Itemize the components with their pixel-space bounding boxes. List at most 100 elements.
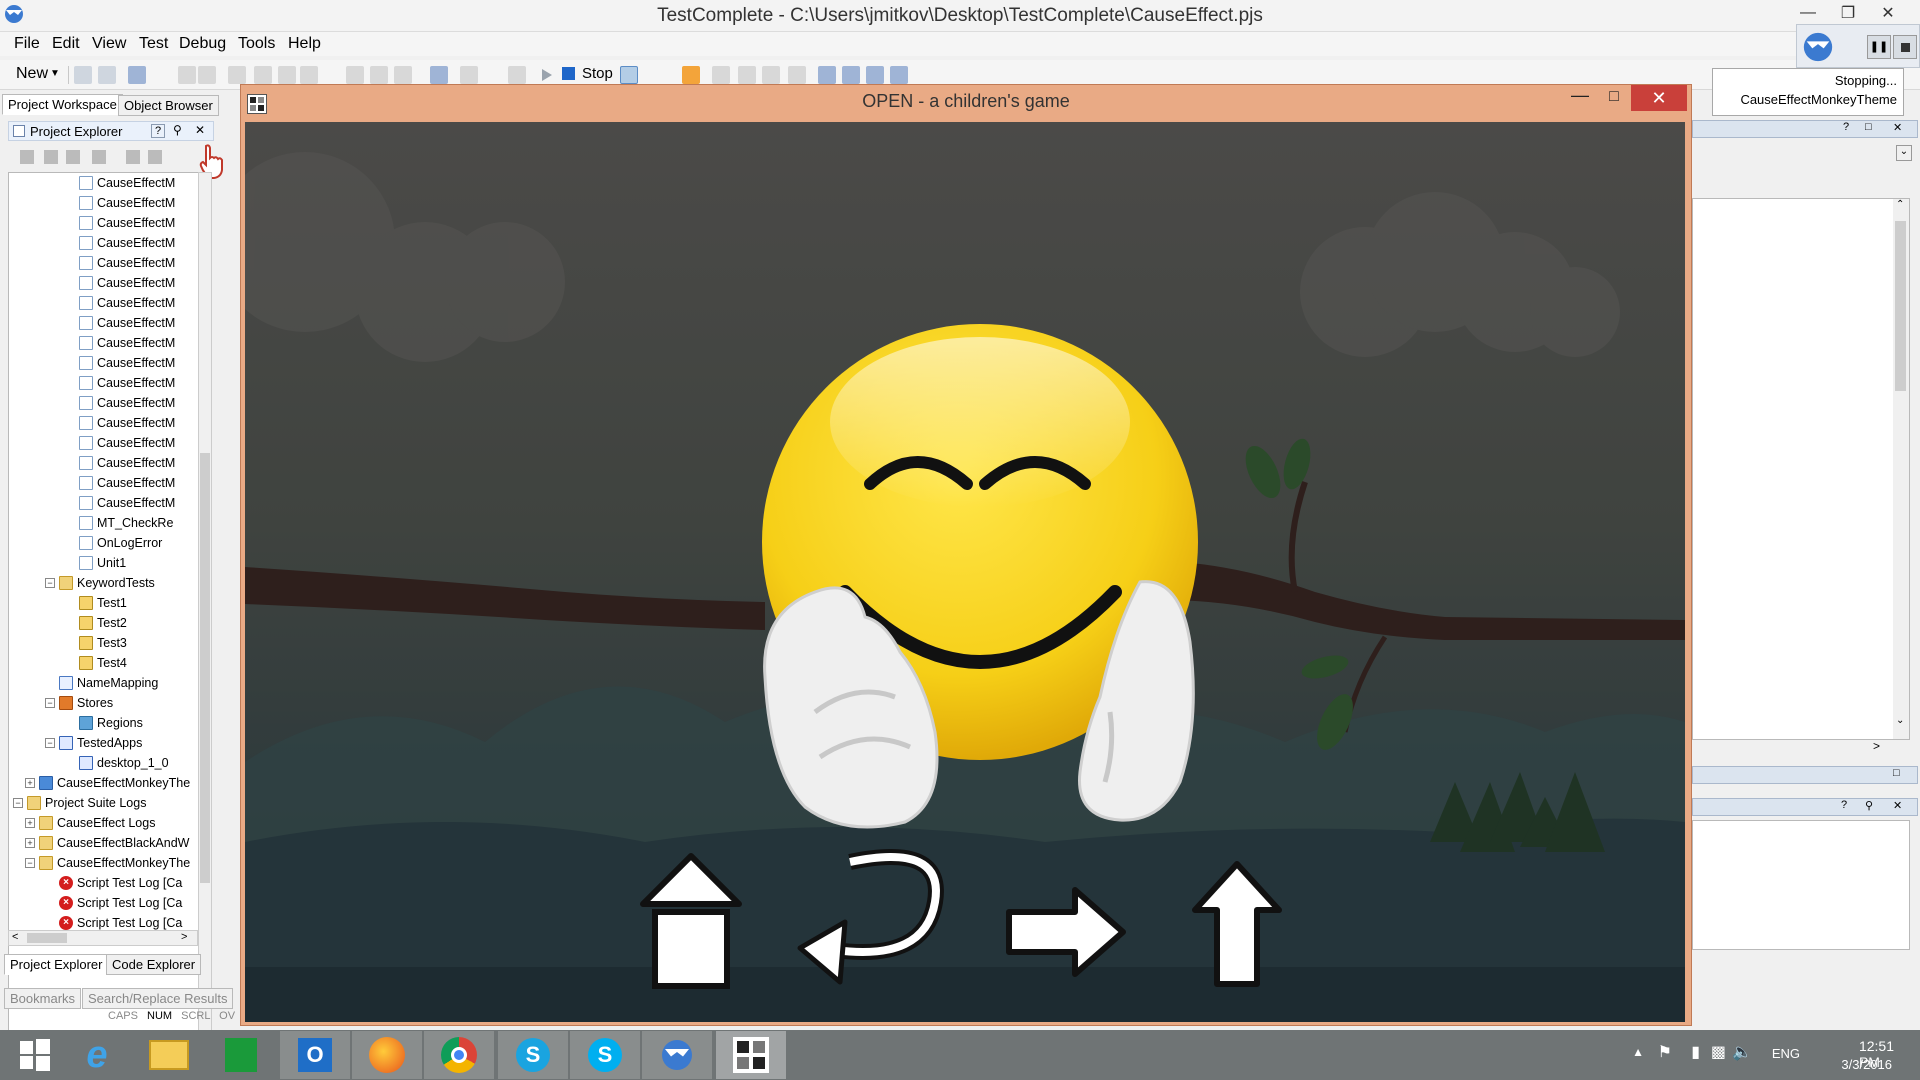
scroll-right-icon[interactable]: > bbox=[1873, 739, 1880, 753]
tree-item[interactable]: CauseEffectM bbox=[79, 333, 175, 353]
undo-icon[interactable] bbox=[178, 66, 196, 84]
collapse-icon[interactable]: − bbox=[45, 578, 55, 588]
scroll-right-icon[interactable]: > bbox=[181, 931, 187, 943]
chevron-down-icon[interactable]: ▼ bbox=[50, 68, 60, 79]
tree-item[interactable]: CauseEffectM bbox=[79, 473, 175, 493]
tree-item[interactable]: CauseEffectM bbox=[79, 413, 175, 433]
expand-icon[interactable]: + bbox=[25, 818, 35, 828]
tree-scrollbar[interactable] bbox=[198, 172, 212, 1040]
maximize-button[interactable]: ❐ bbox=[1828, 0, 1868, 26]
menu-help[interactable]: Help bbox=[288, 35, 321, 53]
window-4-icon[interactable] bbox=[890, 66, 908, 84]
insert-icon[interactable] bbox=[394, 66, 412, 84]
open-icon[interactable] bbox=[66, 150, 80, 164]
close-icon[interactable]: ✕ bbox=[1893, 121, 1902, 134]
close-button[interactable]: ✕ bbox=[1868, 0, 1908, 26]
tree-horizontal-scrollbar[interactable]: < > bbox=[8, 930, 198, 946]
tree-item[interactable]: NameMapping bbox=[59, 673, 158, 693]
flag-icon[interactable]: ⚑ bbox=[1658, 1042, 1672, 1062]
tree-item[interactable]: Test3 bbox=[79, 633, 127, 653]
tree-item[interactable]: Unit1 bbox=[79, 553, 126, 573]
tab-object-browser[interactable]: Object Browser bbox=[118, 95, 219, 116]
taskbar-outlook[interactable]: O bbox=[280, 1031, 350, 1079]
tree-item[interactable]: − Stores bbox=[45, 693, 113, 713]
runner-icon[interactable] bbox=[620, 66, 638, 84]
tree-item[interactable]: − TestedApps bbox=[45, 733, 142, 753]
tree-item[interactable]: Test4 bbox=[79, 653, 127, 673]
breakpoint-icon[interactable] bbox=[788, 66, 806, 84]
new-button[interactable]: New bbox=[16, 65, 48, 83]
chevron-down-icon[interactable]: ⌄ bbox=[1896, 145, 1912, 161]
help-icon[interactable]: ? bbox=[1843, 121, 1849, 133]
tree-item[interactable]: + CauseEffectBlackAndW bbox=[25, 833, 189, 853]
tree-item[interactable]: CauseEffectM bbox=[79, 173, 175, 193]
tree-item[interactable]: − KeywordTests bbox=[45, 573, 155, 593]
expand-icon[interactable]: + bbox=[25, 838, 35, 848]
tree-item[interactable]: + CauseEffect Logs bbox=[25, 813, 155, 833]
scrollbar-thumb[interactable] bbox=[27, 933, 67, 943]
add-icon[interactable] bbox=[20, 150, 34, 164]
tree-item[interactable]: CauseEffectM bbox=[79, 313, 175, 333]
tab-project-explorer[interactable]: Project Explorer bbox=[4, 954, 109, 975]
tree-item[interactable]: CauseEffectM bbox=[79, 193, 175, 213]
remove-icon[interactable] bbox=[44, 150, 58, 164]
start-button[interactable] bbox=[0, 1031, 70, 1079]
taskbar-internet-explorer[interactable]: e bbox=[62, 1031, 132, 1079]
taskbar-file-explorer[interactable] bbox=[134, 1031, 204, 1079]
menu-test[interactable]: Test bbox=[139, 35, 168, 53]
tree-item[interactable]: Test1 bbox=[79, 593, 127, 613]
editor-scrollbar[interactable]: ⌃ ⌄ bbox=[1893, 199, 1909, 739]
battery-icon[interactable]: ▮ bbox=[1691, 1042, 1700, 1062]
taskbar-skype-business[interactable]: S bbox=[498, 1031, 568, 1079]
volume-icon[interactable]: 🔈 bbox=[1732, 1042, 1752, 1062]
tab-bookmarks[interactable]: Bookmarks bbox=[4, 988, 82, 1009]
window-icon[interactable] bbox=[818, 66, 836, 84]
delete-icon[interactable] bbox=[300, 66, 318, 84]
window-3-icon[interactable] bbox=[866, 66, 884, 84]
taskbar-open-game[interactable] bbox=[716, 1031, 786, 1079]
tree-item[interactable]: CauseEffectM bbox=[79, 273, 175, 293]
menu-edit[interactable]: Edit bbox=[52, 35, 80, 53]
pause-icon[interactable] bbox=[682, 66, 700, 84]
taskbar-skype[interactable]: S bbox=[570, 1031, 640, 1079]
game-maximize-button[interactable]: □ bbox=[1597, 85, 1631, 113]
save-all-icon[interactable] bbox=[128, 66, 146, 84]
taskbar-firefox[interactable] bbox=[352, 1031, 422, 1079]
taskbar-chrome[interactable] bbox=[424, 1031, 494, 1079]
paste-icon[interactable] bbox=[278, 66, 296, 84]
window-icon[interactable]: □ bbox=[1893, 767, 1900, 779]
tree-item[interactable]: CauseEffectM bbox=[79, 213, 175, 233]
save-icon[interactable] bbox=[98, 66, 116, 84]
tree-item[interactable]: + CauseEffectMonkeyThe bbox=[25, 773, 190, 793]
run-item-icon[interactable] bbox=[126, 150, 140, 164]
tab-project-workspace[interactable]: Project Workspace bbox=[2, 94, 123, 115]
game-close-button[interactable]: ✕ bbox=[1631, 85, 1687, 111]
help-icon[interactable]: ? bbox=[151, 124, 166, 138]
cloud-icon[interactable] bbox=[508, 66, 526, 84]
window-icon[interactable]: □ bbox=[1865, 121, 1872, 133]
scroll-up-icon[interactable]: ⌃ bbox=[1896, 199, 1904, 210]
pause-icon[interactable]: ❚❚ bbox=[1867, 35, 1891, 59]
cut-icon[interactable] bbox=[228, 66, 246, 84]
collapse-icon[interactable]: − bbox=[45, 698, 55, 708]
tab-code-explorer[interactable]: Code Explorer bbox=[106, 954, 202, 975]
menu-tools[interactable]: Tools bbox=[238, 35, 275, 53]
pin-icon[interactable]: ⚲ bbox=[173, 123, 182, 137]
scroll-down-icon[interactable]: ⌄ bbox=[1896, 715, 1904, 726]
step-icon[interactable] bbox=[712, 66, 730, 84]
tree-item[interactable]: − CauseEffectMonkeyThe bbox=[25, 853, 190, 873]
stop-icon[interactable] bbox=[1893, 35, 1917, 59]
show-hidden-icons-icon[interactable]: ▲ bbox=[1632, 1045, 1644, 1059]
menu-view[interactable]: View bbox=[92, 35, 126, 53]
tree-item[interactable]: × Script Test Log [Ca bbox=[59, 873, 182, 893]
tree-item[interactable]: CauseEffectM bbox=[79, 493, 175, 513]
collapse-icon[interactable]: − bbox=[45, 738, 55, 748]
scroll-left-icon[interactable]: < bbox=[12, 931, 18, 943]
tree-item[interactable]: CauseEffectM bbox=[79, 353, 175, 373]
tree-item[interactable]: − Project Suite Logs bbox=[13, 793, 146, 813]
network-icon[interactable]: ▩ bbox=[1711, 1042, 1726, 1062]
tree-item[interactable]: CauseEffectM bbox=[79, 293, 175, 313]
scrollbar-thumb[interactable] bbox=[200, 453, 210, 883]
tree-item[interactable]: × Script Test Log [Ca bbox=[59, 893, 182, 913]
checkpoint-icon[interactable] bbox=[460, 66, 478, 84]
